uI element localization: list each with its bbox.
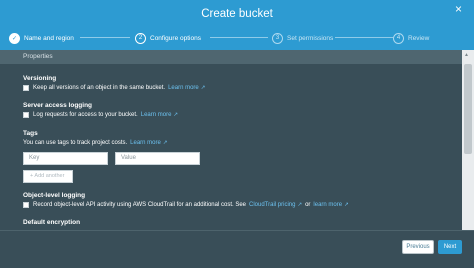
tags-description-row: You can use tags to track project costs.… bbox=[23, 140, 167, 146]
step-number: 2 bbox=[135, 32, 146, 44]
logging-checkbox[interactable] bbox=[23, 112, 29, 118]
previous-button[interactable]: Previous bbox=[402, 240, 434, 254]
versioning-learn-more-link[interactable]: Learn more bbox=[168, 85, 199, 91]
add-another-tag-button[interactable]: + Add another bbox=[23, 170, 73, 183]
logging-checkbox-label: Log requests for access to your bucket. bbox=[33, 112, 138, 118]
tag-value-input[interactable]: Value bbox=[115, 152, 200, 165]
modal-title: Create bucket bbox=[201, 8, 273, 20]
default-encryption-heading: Default encryption bbox=[23, 219, 81, 226]
tag-key-input[interactable]: Key bbox=[23, 152, 108, 165]
scrollbar-thumb[interactable] bbox=[464, 64, 472, 154]
step-label: Set permissions bbox=[287, 34, 334, 42]
external-link-icon: ↗ bbox=[200, 85, 206, 91]
scroll-up-arrow-icon[interactable]: ▲ bbox=[464, 52, 469, 58]
step-label: Configure options bbox=[150, 34, 201, 42]
properties-section-header: Properties bbox=[0, 50, 462, 64]
versioning-checkbox-label: Keep all versions of an object in the sa… bbox=[33, 85, 166, 91]
object-logging-learn-more-link[interactable]: learn more bbox=[313, 202, 342, 208]
object-logging-checkbox-label: Record object-level API activity using A… bbox=[33, 202, 246, 208]
step-label: Review bbox=[408, 34, 430, 42]
server-access-logging-heading: Server access logging bbox=[23, 102, 93, 109]
logging-learn-more-link[interactable]: Learn more bbox=[141, 112, 172, 118]
object-logging-checkbox[interactable] bbox=[23, 202, 29, 208]
wizard-steps: ✓ Name and region 2 Configure options 3 … bbox=[0, 30, 474, 46]
external-link-icon: ↗ bbox=[162, 140, 168, 146]
step-review[interactable]: 4 Review bbox=[393, 30, 429, 46]
object-logging-option: Record object-level API activity using A… bbox=[23, 202, 349, 208]
tags-heading: Tags bbox=[23, 130, 38, 137]
step-name-and-region[interactable]: ✓ Name and region bbox=[9, 30, 74, 46]
external-link-icon: ↗ bbox=[173, 112, 179, 118]
external-link-icon: ↗ bbox=[297, 202, 303, 208]
object-level-logging-heading: Object-level logging bbox=[23, 192, 86, 199]
check-icon: ✓ bbox=[9, 32, 20, 44]
tags-description: You can use tags to track project costs. bbox=[23, 140, 128, 146]
step-configure-options[interactable]: 2 Configure options bbox=[135, 30, 201, 46]
configure-options-content: Versioning Keep all versions of an objec… bbox=[0, 64, 462, 230]
versioning-option: Keep all versions of an object in the sa… bbox=[23, 85, 205, 91]
cloudtrail-pricing-link[interactable]: CloudTrail pricing bbox=[249, 202, 295, 208]
external-link-icon: ↗ bbox=[344, 202, 349, 208]
modal-header: Create bucket × ✓ Name and region 2 Conf… bbox=[0, 0, 474, 50]
close-icon[interactable]: × bbox=[455, 3, 462, 15]
step-set-permissions[interactable]: 3 Set permissions bbox=[272, 30, 333, 46]
tags-learn-more-link[interactable]: Learn more bbox=[130, 140, 161, 146]
step-number: 3 bbox=[272, 32, 283, 44]
logging-option: Log requests for access to your bucket. … bbox=[23, 112, 178, 118]
step-number: 4 bbox=[393, 32, 404, 44]
versioning-heading: Versioning bbox=[23, 75, 57, 82]
create-bucket-modal: Create bucket × ✓ Name and region 2 Conf… bbox=[0, 0, 474, 268]
or-text: or bbox=[305, 202, 311, 208]
step-label: Name and region bbox=[24, 34, 74, 42]
next-button[interactable]: Next bbox=[438, 240, 462, 254]
versioning-checkbox[interactable] bbox=[23, 85, 29, 91]
